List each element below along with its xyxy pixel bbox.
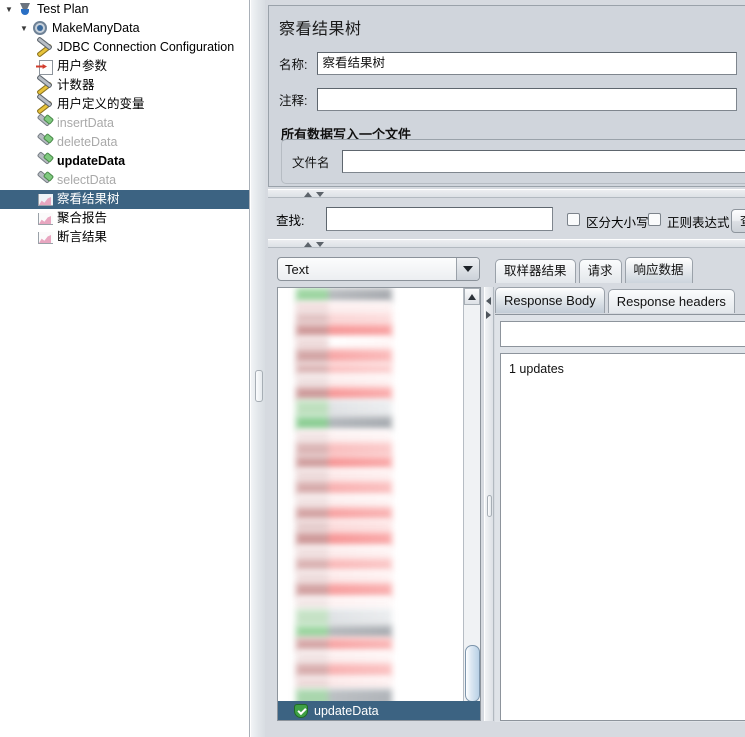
splitter-grip[interactable] <box>255 370 263 402</box>
chevron-down-icon[interactable] <box>456 258 479 280</box>
main-vertical-splitter[interactable] <box>250 0 266 737</box>
search-label: 查找: <box>276 214 305 228</box>
tree-item-insert-data[interactable]: insertData <box>0 114 249 133</box>
tree-item-jdbc-connection-configuration[interactable]: JDBC Connection Configuration <box>0 38 249 57</box>
results-tree-selected-item[interactable]: updateData <box>278 701 480 720</box>
counter-icon <box>36 77 54 94</box>
filename-field-row: 文件名 <box>292 150 745 173</box>
case-sensitive-checkbox[interactable] <box>567 213 580 226</box>
tree-item-user-parameters[interactable]: 用户参数 <box>0 57 249 76</box>
assertion-results-icon <box>36 229 54 246</box>
tree-item-label: Test Plan <box>37 2 89 16</box>
tree-item-label: updateData <box>57 154 126 168</box>
tab-response-headers[interactable]: Response headers <box>607 289 735 313</box>
comment-input[interactable] <box>317 88 738 111</box>
tree-item-update-data[interactable]: updateData <box>0 152 249 171</box>
settings-box: 察看结果树 名称: 察看结果树 注释: 所有数据写入一个文件 文件名 <box>268 5 745 187</box>
response-tab-row: Response Body Response headers <box>495 286 745 313</box>
tree-item-label: 聚合报告 <box>57 211 108 225</box>
scroll-up-icon[interactable] <box>464 288 480 305</box>
collapse-down-icon[interactable] <box>316 192 324 197</box>
tree-item-label: JDBC Connection Configuration <box>57 40 235 54</box>
thread-group-icon <box>31 20 49 37</box>
splitter-grip[interactable] <box>487 495 492 517</box>
collapse-down-icon[interactable] <box>316 242 324 247</box>
tree-item-label: 用户参数 <box>57 59 108 73</box>
tree-item-view-results-tree[interactable]: 察看结果树 <box>0 190 249 209</box>
chevron-down-icon[interactable]: ▼ <box>2 0 16 19</box>
user-parameters-icon <box>36 58 54 75</box>
results-tree-blurred-content <box>296 288 392 708</box>
regex-checkbox[interactable] <box>648 213 661 226</box>
aggregate-report-icon <box>36 210 54 227</box>
tree-item-counter[interactable]: 计数器 <box>0 76 249 95</box>
scrollbar-thumb[interactable] <box>465 645 480 702</box>
collapse-up-icon[interactable] <box>304 192 312 197</box>
regex-label: 正则表达式 <box>667 216 730 230</box>
results-tree[interactable]: updateData <box>277 287 481 721</box>
tree-item-label: selectData <box>57 173 117 187</box>
tab-sampler-result[interactable]: 取样器结果 <box>495 259 576 283</box>
results-tree-item-label: updateData <box>314 703 379 718</box>
chevron-left-icon[interactable] <box>486 297 491 305</box>
comment-label: 注释: <box>279 94 308 108</box>
tree-item-delete-data[interactable]: deleteData <box>0 133 249 152</box>
tree-item-label: MakeManyData <box>52 21 140 35</box>
tree-item-label: 察看结果树 <box>57 192 120 206</box>
filename-input[interactable] <box>341 150 745 173</box>
tree-item-aggregate-report[interactable]: 聚合报告 <box>0 209 249 228</box>
upper-splitter-strip[interactable] <box>268 189 745 198</box>
lower-splitter-strip[interactable] <box>268 239 745 248</box>
find-button[interactable]: 查找 <box>731 209 745 233</box>
comment-field-row: 注释: <box>279 88 738 111</box>
renderer-selected-value: Text <box>285 261 309 277</box>
jdbc-request-icon <box>36 153 54 170</box>
tree-item-label: deleteData <box>57 135 118 149</box>
tree-item-user-defined-variables[interactable]: 用户定义的变量 <box>0 95 249 114</box>
tab-response-data[interactable]: 响应数据 <box>624 257 693 283</box>
case-sensitive-label: 区分大小写 <box>586 216 649 230</box>
success-shield-icon <box>294 703 308 718</box>
jmeter-window: ▼ Test Plan ▼ MakeManyData JDBC Connecti… <box>0 0 745 737</box>
user-defined-variables-icon <box>36 96 54 113</box>
tree-item-label: 计数器 <box>57 78 95 92</box>
name-input[interactable]: 察看结果树 <box>317 52 738 75</box>
search-row: 查找: 区分大小写 正则表达式 查找 <box>268 199 745 237</box>
tab-response-body[interactable]: Response Body <box>495 287 605 313</box>
tree-item-make-many-data[interactable]: ▼ MakeManyData <box>0 19 249 38</box>
page-title: 察看结果树 <box>279 21 362 38</box>
renderer-select[interactable]: Text <box>277 257 480 281</box>
tree-item-label: insertData <box>57 116 114 130</box>
results-tree-scrollbar[interactable] <box>463 288 480 720</box>
search-input[interactable] <box>326 207 553 231</box>
jdbc-request-icon <box>36 134 54 151</box>
view-results-tree-icon <box>36 191 54 208</box>
response-find-input[interactable] <box>500 321 745 347</box>
tree-item-test-plan[interactable]: ▼ Test Plan <box>0 0 249 19</box>
result-detail-tabs: 取样器结果 请求 响应数据 Response Body Response hea… <box>495 256 745 722</box>
chevron-down-icon[interactable]: ▼ <box>17 19 31 38</box>
tree-item-label: 用户定义的变量 <box>57 97 145 111</box>
test-plan-icon <box>16 1 34 18</box>
response-panel-body: 1 updates <box>495 314 745 722</box>
listener-config-panel: 察看结果树 名称: 察看结果树 注释: 所有数据写入一个文件 文件名 查找: 区… <box>265 0 745 737</box>
name-field-row: 名称: 察看结果树 <box>279 52 738 75</box>
jdbc-request-icon <box>36 115 54 132</box>
test-plan-tree[interactable]: ▼ Test Plan ▼ MakeManyData JDBC Connecti… <box>0 0 250 737</box>
collapse-up-icon[interactable] <box>304 242 312 247</box>
filename-label: 文件名 <box>292 156 330 170</box>
tab-request[interactable]: 请求 <box>578 259 622 283</box>
tree-item-label: 断言结果 <box>57 230 108 244</box>
config-element-icon <box>36 39 54 56</box>
tree-item-select-data[interactable]: selectData <box>0 171 249 190</box>
filename-group: 文件名 <box>281 139 745 184</box>
response-body-text: 1 updates <box>500 353 745 721</box>
jdbc-request-icon <box>36 172 54 189</box>
results-detail-splitter[interactable] <box>484 287 494 721</box>
name-label: 名称: <box>279 58 308 72</box>
tree-item-assertion-results[interactable]: 断言结果 <box>0 228 249 247</box>
result-tab-row: 取样器结果 请求 响应数据 <box>495 256 745 283</box>
chevron-right-icon[interactable] <box>486 311 491 319</box>
